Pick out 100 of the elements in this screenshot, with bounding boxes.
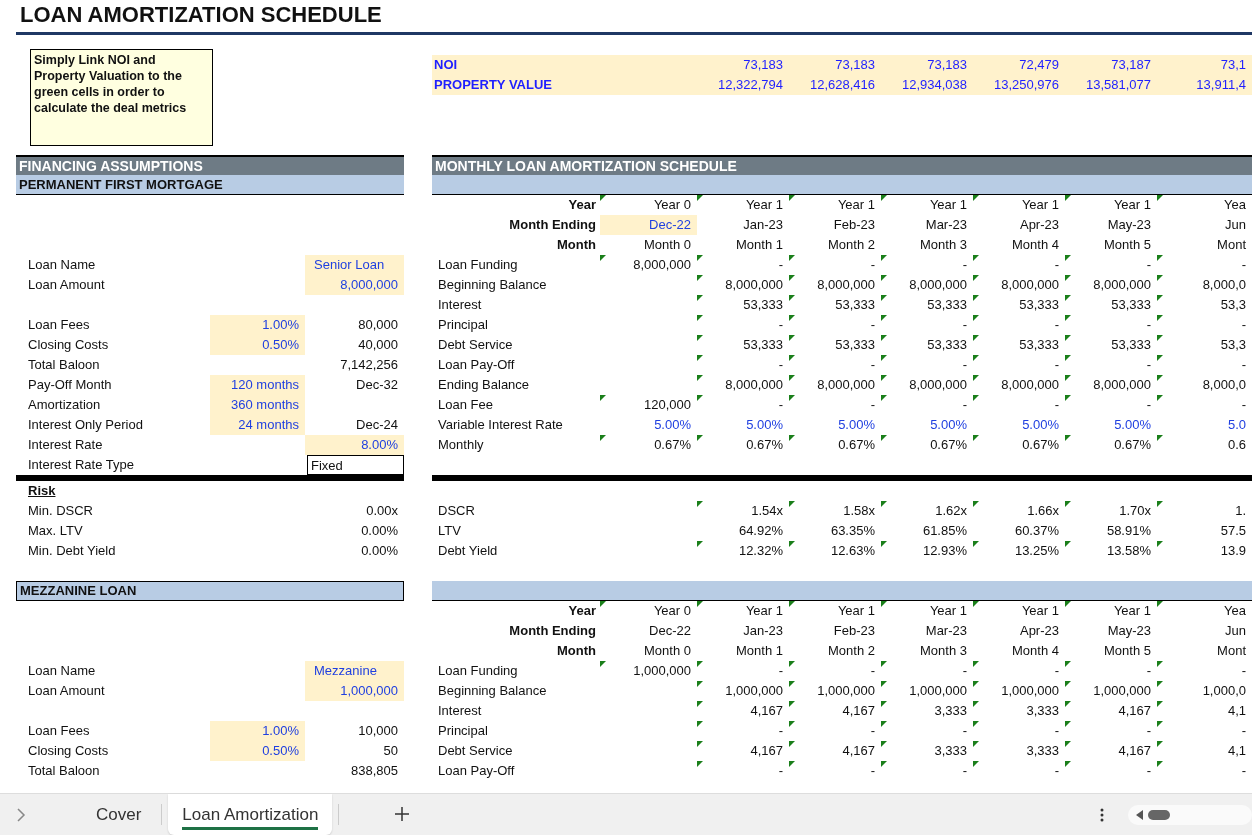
- table-cell: 1,000,000: [789, 681, 881, 701]
- table-cell: 4,1: [1157, 701, 1252, 721]
- table-cell: 53,333: [881, 295, 973, 315]
- table-cell-text: Mar-23: [924, 216, 968, 234]
- table-cell: 1.58x: [789, 501, 881, 521]
- field-value: 80,000: [357, 316, 399, 334]
- row-label: Debt Service: [437, 742, 514, 760]
- field-value: 1,000,000: [305, 681, 404, 701]
- row-label: Debt Service: [437, 336, 514, 354]
- table-cell: Year 1: [881, 601, 973, 621]
- field-label: Interest Rate: [27, 436, 104, 454]
- table-cell: Year 0: [600, 601, 697, 621]
- table-cell: 3,333: [881, 701, 973, 721]
- table-cell: -: [1157, 395, 1252, 415]
- table-cell: 12,934,038: [881, 75, 973, 95]
- more-icon[interactable]: [1100, 808, 1104, 822]
- table-cell: -: [697, 395, 789, 415]
- table-cell: -: [1157, 661, 1252, 681]
- table-cell: 120,000: [600, 395, 697, 415]
- sheet-tab[interactable]: Loan Amortization: [168, 794, 333, 835]
- table-cell: Yea: [1157, 195, 1252, 215]
- table-cell: 8,000,000: [1065, 375, 1157, 395]
- sheet-tab[interactable]: Cover: [82, 794, 156, 835]
- table-cell: -: [1157, 355, 1252, 375]
- table-cell: 1,000,000: [881, 681, 973, 701]
- table-cell-text: Apr-23: [1018, 622, 1060, 640]
- table-cell-text: 5.00%: [837, 416, 876, 434]
- table-cell: 8,000,000: [697, 375, 789, 395]
- table-cell-text: Mar-23: [924, 622, 968, 640]
- table-cell: Year 1: [697, 601, 789, 621]
- table-cell: Yea: [1157, 601, 1252, 621]
- table-cell: -: [881, 315, 973, 335]
- table-cell: 12.32%: [697, 541, 789, 561]
- add-sheet-icon[interactable]: [395, 807, 410, 821]
- field-label: Loan Amount: [27, 276, 106, 294]
- table-cell-text: 5.0: [1226, 416, 1247, 434]
- field-value: Senior Loan: [305, 255, 404, 275]
- field-label: Min. DSCR: [27, 502, 94, 520]
- table-cell: 8,000,000: [881, 275, 973, 295]
- table-cell: 8,000,000: [881, 375, 973, 395]
- field-value: 10,000: [357, 722, 399, 740]
- table-cell-text: Feb-23: [832, 622, 876, 640]
- table-cell: 0.67%: [600, 435, 697, 455]
- table-cell: 1,000,000: [973, 681, 1065, 701]
- table-cell-text: Month 0: [643, 642, 692, 660]
- table-cell: -: [973, 661, 1065, 681]
- table-cell: 53,333: [881, 335, 973, 355]
- table-cell: 73,183: [789, 55, 881, 75]
- table-cell: 13,250,976: [973, 75, 1065, 95]
- table-cell: 0.67%: [789, 435, 881, 455]
- table-cell: 1,000,000: [1065, 681, 1157, 701]
- row-label: DSCR: [437, 502, 476, 520]
- table-cell: 13,911,4: [1157, 75, 1252, 95]
- table-cell: 8,000,000: [697, 275, 789, 295]
- row-label: Loan Fee: [437, 396, 494, 414]
- row-label: Loan Funding: [437, 662, 519, 680]
- table-cell: -: [789, 661, 881, 681]
- field-value: Dec-24: [355, 416, 399, 434]
- table-cell-text: 57.5: [1219, 522, 1247, 540]
- row-label: Month Ending: [508, 216, 597, 234]
- field-value: 24 months: [210, 415, 305, 435]
- table-cell-text: Month 5: [1103, 236, 1152, 254]
- table-cell: 1,000,0: [1157, 681, 1252, 701]
- table-cell: 0.67%: [973, 435, 1065, 455]
- table-cell: -: [697, 761, 789, 781]
- table-cell-text: Month 3: [919, 236, 968, 254]
- table-cell: 73,183: [881, 55, 973, 75]
- field-value: 120 months: [210, 375, 305, 395]
- table-cell: 3,333: [973, 741, 1065, 761]
- chevron-right-icon[interactable]: [16, 808, 26, 822]
- row-label: Monthly: [437, 436, 485, 454]
- row-label: Principal: [437, 316, 489, 334]
- table-cell: Year 1: [1065, 195, 1157, 215]
- table-cell-text: Month 5: [1103, 642, 1152, 660]
- dropdown-field[interactable]: Fixed: [307, 455, 404, 475]
- field-value: 7,142,256: [339, 356, 399, 374]
- table-cell: 0.67%: [697, 435, 789, 455]
- table-cell: 8,000,0: [1157, 375, 1252, 395]
- row-label: Debt Yield: [437, 542, 499, 560]
- field-label: Loan Fees: [27, 722, 91, 740]
- table-cell: -: [881, 395, 973, 415]
- field-value: 0.50%: [210, 741, 305, 761]
- row-label: Year: [567, 196, 597, 214]
- table-cell: 4,167: [1065, 741, 1157, 761]
- table-cell: Year 1: [789, 195, 881, 215]
- table-cell: -: [789, 761, 881, 781]
- table-cell: 1,000,000: [697, 681, 789, 701]
- horizontal-scrollbar[interactable]: [1128, 805, 1252, 825]
- row-label: Month: [556, 236, 597, 254]
- table-cell: 8,000,000: [789, 375, 881, 395]
- row-label: Year: [567, 602, 597, 620]
- table-cell: 53,333: [789, 335, 881, 355]
- table-cell: 53,333: [1065, 295, 1157, 315]
- table-cell: 0.67%: [881, 435, 973, 455]
- table-cell: -: [973, 395, 1065, 415]
- field-value: 1.00%: [210, 721, 305, 741]
- field-label: Amortization: [27, 396, 102, 414]
- field-label: Max. LTV: [27, 522, 84, 540]
- row-label: Interest: [437, 702, 483, 720]
- table-cell-text: 5.00%: [745, 416, 784, 434]
